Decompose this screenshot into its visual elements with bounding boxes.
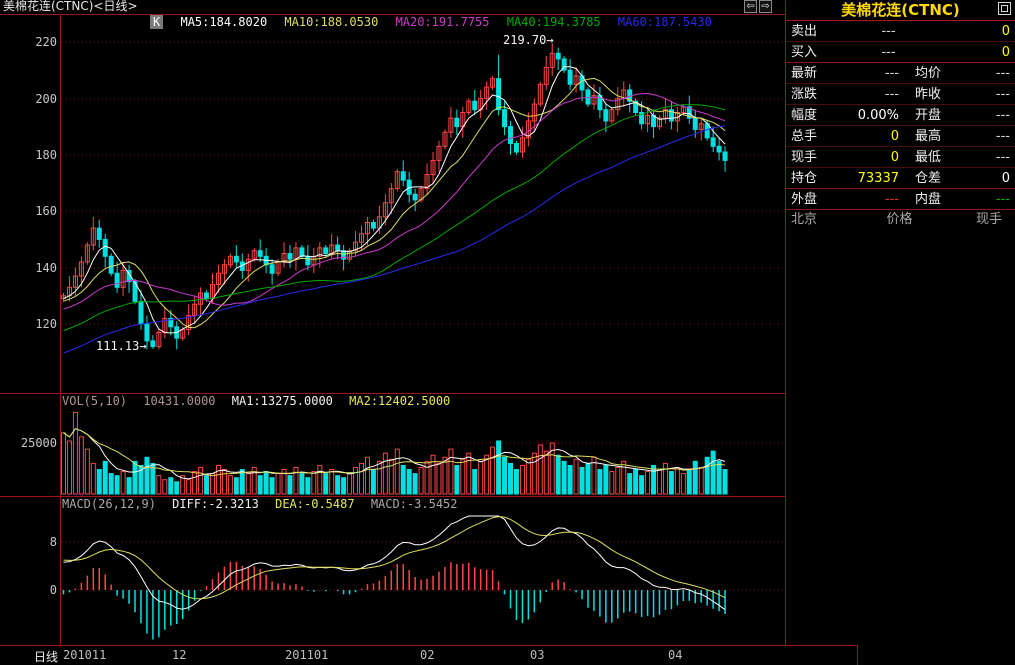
x-axis-label: 201011 <box>63 648 106 662</box>
vol-ma2-value: MA2:12402.5000 <box>349 394 450 408</box>
order-rows: 卖出---0买入---0 <box>786 21 1015 63</box>
chart-title-bar: 美棉花连(CTNC)<日线> ⇦ ⇨ <box>0 0 785 14</box>
price-annotation: 219.70→ <box>503 33 554 47</box>
ma-indicator-header: K MA5:184.8020 MA10:188.0530 MA20:191.77… <box>150 15 722 29</box>
y-axis-label: 200 <box>17 92 57 106</box>
k-badge: K <box>150 15 163 29</box>
stat-row: 总手0最高--- <box>786 126 1015 147</box>
trading-terminal: 美棉花连(CTNC)<日线> ⇦ ⇨ K MA5:184.8020 MA10:1… <box>0 0 1015 665</box>
divider <box>0 645 857 646</box>
stat-rows: 最新---均价---涨跌---昨收---幅度0.00%开盘---总手0最高---… <box>786 63 1015 189</box>
y-axis-label: 160 <box>17 204 57 218</box>
ma5-value: MA5:184.8020 <box>180 15 267 29</box>
restore-window-icon[interactable] <box>998 2 1011 15</box>
quote-panel-title: 美棉花连(CTNC) <box>786 0 1015 21</box>
scroll-right-button[interactable]: ⇨ <box>759 0 772 13</box>
divider <box>857 645 858 665</box>
macd-indicator-header: MACD(26,12,9) DIFF:-2.3213 DEA:-0.5487 M… <box>62 497 467 512</box>
macd-dea-value: DEA:-0.5487 <box>275 497 354 511</box>
macd-name: MACD(26,12,9) <box>62 497 156 511</box>
quote-panel: 美棉花连(CTNC) 卖出---0买入---0 最新---均价---涨跌---昨… <box>785 0 1015 645</box>
ma20-value: MA20:191.7755 <box>396 15 490 29</box>
divider <box>0 14 785 15</box>
y-axis-label: 140 <box>17 261 57 275</box>
bid-row[interactable]: 买入---0 <box>786 42 1015 63</box>
macd-chart[interactable] <box>0 513 785 645</box>
macd-axis-label: 0 <box>17 583 57 597</box>
y-axis-label: 220 <box>17 35 57 49</box>
stat-row: 最新---均价--- <box>786 63 1015 84</box>
ma10-value: MA10:188.0530 <box>284 15 378 29</box>
stat-row: 现手0最低--- <box>786 147 1015 168</box>
vol-value: 10431.0000 <box>143 394 215 408</box>
vol-ma1-value: MA1:13275.0000 <box>232 394 333 408</box>
y-axis-label: 180 <box>17 148 57 162</box>
vol-name: VOL(5,10) <box>62 394 127 408</box>
tape-column-headers: 北京价格现手 <box>786 210 1015 230</box>
volume-indicator-header: VOL(5,10) 10431.0000 MA1:13275.0000 MA2:… <box>62 394 459 409</box>
volume-chart[interactable] <box>0 410 785 496</box>
period-label[interactable]: 日线 <box>20 648 58 665</box>
x-axis-label: 03 <box>530 648 544 662</box>
x-axis-label: 12 <box>172 648 186 662</box>
macd-diff-value: DIFF:-2.3213 <box>172 497 259 511</box>
x-axis-label: 02 <box>420 648 434 662</box>
ma60-value: MA60:187.5430 <box>618 15 712 29</box>
ask-row[interactable]: 卖出---0 <box>786 21 1015 42</box>
x-axis-label: 201101 <box>285 648 328 662</box>
symbol-name: 美棉花连(CTNC) <box>841 1 960 19</box>
stat-row: 持仓73337仓差0 <box>786 168 1015 189</box>
stat-row: 涨跌---昨收--- <box>786 84 1015 105</box>
tape-header: 北京价格现手 <box>786 210 1015 230</box>
flow-row: 外盘---内盘--- <box>786 189 1015 210</box>
volume-axis-label: 25000 <box>10 436 57 450</box>
scroll-left-button[interactable]: ⇦ <box>744 0 757 13</box>
outer-inner-row: 外盘---内盘--- <box>786 189 1015 210</box>
y-axis-label: 120 <box>17 317 57 331</box>
x-axis-label: 04 <box>668 648 682 662</box>
chart-title: 美棉花连(CTNC)<日线> <box>3 0 138 13</box>
macd-axis-label: 8 <box>17 535 57 549</box>
stat-row: 幅度0.00%开盘--- <box>786 105 1015 126</box>
ma40-value: MA40:194.3785 <box>507 15 601 29</box>
price-annotation: 111.13→ <box>96 339 147 353</box>
macd-value: MACD:-3.5452 <box>371 497 458 511</box>
